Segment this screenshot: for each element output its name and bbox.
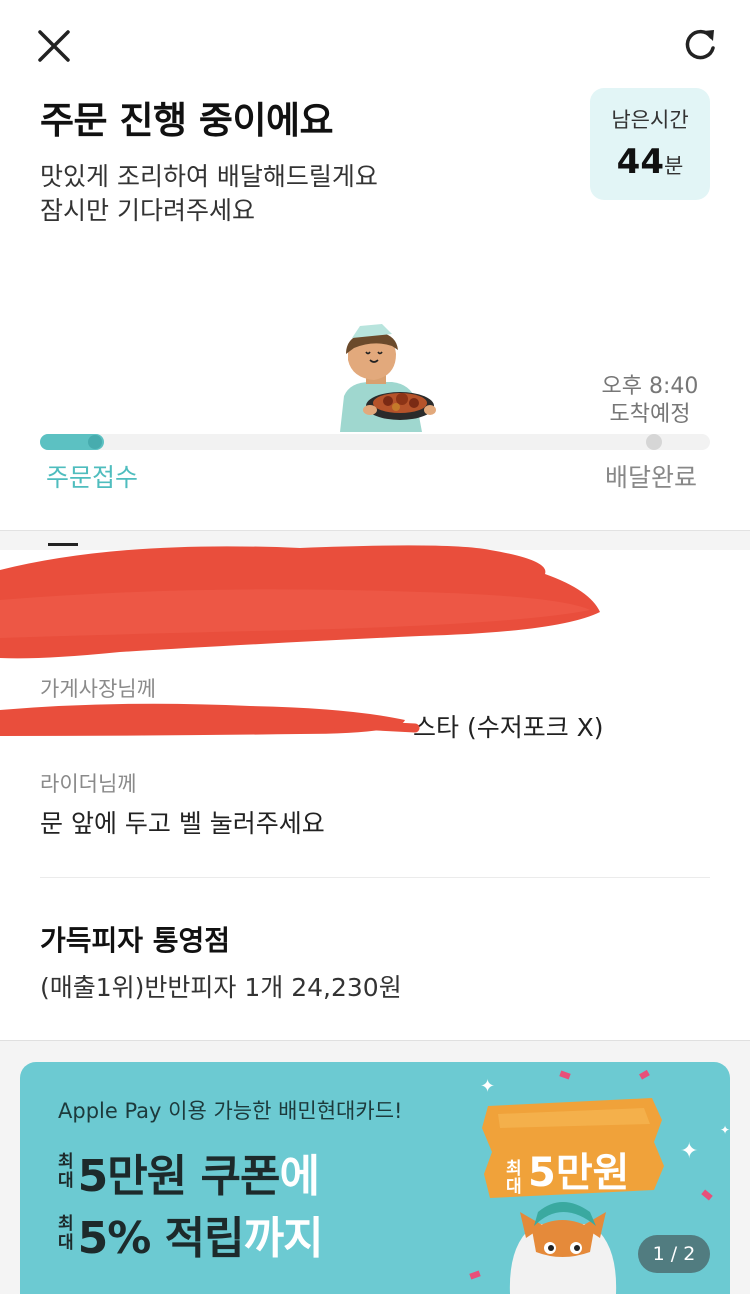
banner-line-1: 최대 5만원 쿠폰 에: [58, 1140, 320, 1204]
order-item: (매출1위)반반피자 1개 24,230원: [40, 973, 402, 1002]
eta-label: 도착예정: [609, 402, 691, 427]
step-delivery-complete: 배달완료: [605, 463, 698, 492]
redaction-overlay: [0, 543, 600, 736]
remaining-minutes: 44: [616, 142, 664, 182]
step-order-received: 주문접수: [46, 463, 139, 492]
store-name: 가득피자 통영점: [40, 924, 231, 957]
refresh-button[interactable]: [676, 22, 722, 68]
sign-mini-char: 최: [506, 1159, 522, 1179]
rider-request-text: 문 앞에 두고 벨 눌러주세요: [40, 809, 325, 838]
page-subtitle: 맛있게 조리하여 배달해드릴게요 잠시만 기다려주세요: [40, 160, 378, 228]
mini-char: 최: [58, 1152, 74, 1172]
mini-char: 대: [58, 1233, 74, 1253]
banner-page-indicator[interactable]: 1 / 2: [638, 1235, 710, 1273]
mini-char: 최: [58, 1214, 74, 1234]
banner-line-2: 최대 5% 적립 까지: [58, 1202, 324, 1266]
remaining-time-value: 44분: [590, 142, 710, 182]
subtitle-line-2: 잠시만 기다려주세요: [40, 196, 255, 225]
banner-mini-label: 최대: [58, 1215, 74, 1253]
sign-main-text: 5만원: [528, 1150, 629, 1196]
close-icon: [38, 30, 70, 62]
svg-text:✦: ✦: [720, 1123, 730, 1137]
remaining-time-label: 남은시간: [611, 108, 689, 132]
banner-line-1-main: 5만원 쿠폰: [77, 1151, 281, 1202]
banner-mini-label: 최대: [58, 1153, 74, 1191]
banner-subtitle: Apple Pay 이용 가능한 배민현대카드!: [58, 1099, 403, 1123]
mini-char: 대: [58, 1171, 74, 1191]
progress-track: [40, 434, 710, 450]
rider-request-label: 라이더님께: [40, 772, 137, 796]
banner-line-2-accent: 까지: [243, 1213, 324, 1264]
remaining-unit: 분: [664, 154, 684, 178]
svg-text:✦: ✦: [480, 1076, 495, 1097]
refresh-icon: [685, 29, 715, 60]
subtitle-line-1: 맛있게 조리하여 배달해드릴게요: [40, 162, 378, 191]
close-button[interactable]: [32, 24, 76, 68]
sign-mini-char: 대: [506, 1177, 522, 1197]
promo-banner[interactable]: Apple Pay 이용 가능한 배민현대카드! 최대 5만원 쿠폰 에 최대 5…: [20, 1062, 730, 1294]
remaining-time-box: 남은시간 44분: [590, 88, 710, 200]
progress-current-dot: [88, 435, 102, 449]
banner-line-2-main: 5% 적립: [77, 1213, 245, 1264]
page-title: 주문 진행 중이에요: [40, 99, 334, 142]
progress-end-dot: [646, 434, 662, 450]
divider-line: [40, 877, 710, 878]
svg-text:✦: ✦: [680, 1139, 698, 1164]
chef-illustration: [330, 320, 440, 435]
banner-line-1-accent: 에: [279, 1151, 320, 1202]
